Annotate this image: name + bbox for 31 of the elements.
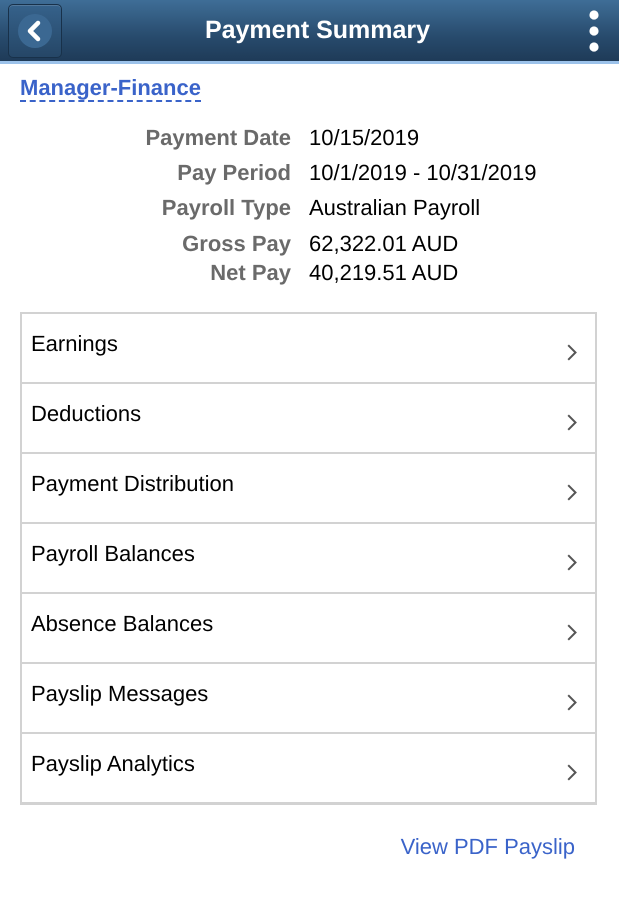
chevron-right-icon — [567, 764, 577, 781]
field-value: 40,219.51 AUD — [309, 259, 458, 287]
field-label: Payroll Type — [160, 194, 291, 222]
section-list-item[interactable]: Payslip Messages — [22, 662, 595, 732]
back-button[interactable] — [8, 4, 62, 58]
field-value: 10/1/2019 - 10/31/2019 — [309, 159, 537, 187]
chevron-right-icon — [567, 414, 577, 431]
section-list-item[interactable]: Payroll Balances — [22, 522, 595, 592]
view-pdf-payslip-link[interactable]: View PDF Payslip — [400, 833, 575, 861]
field-label: Pay Period — [176, 159, 291, 187]
more-vertical-icon — [589, 10, 599, 52]
section-list-item[interactable]: Payment Distribution — [22, 452, 595, 522]
role-link[interactable]: Manager-Finance — [20, 75, 201, 102]
more-options-button[interactable] — [589, 10, 599, 52]
chevron-right-icon — [567, 484, 577, 501]
section-list-item[interactable]: Earnings — [22, 314, 595, 382]
field-value: 62,322.01 AUD — [309, 230, 458, 258]
chevron-right-icon — [567, 554, 577, 571]
chevron-right-icon — [567, 344, 577, 361]
chevron-right-icon — [567, 624, 577, 641]
section-list-item[interactable]: Deductions — [22, 382, 595, 452]
chevron-left-icon — [18, 14, 52, 48]
section-list-item[interactable]: Payslip Analytics — [22, 732, 595, 802]
field-label: Net Pay — [209, 259, 291, 287]
field-label: Gross Pay — [181, 230, 291, 258]
field-value: 10/15/2019 — [309, 124, 420, 152]
chevron-right-icon — [567, 694, 577, 711]
field-value: Australian Payroll — [309, 194, 482, 222]
section-list-item[interactable]: Absence Balances — [22, 592, 595, 662]
field-label: Payment Date — [144, 124, 291, 152]
page-title: Payment Summary — [204, 16, 432, 45]
